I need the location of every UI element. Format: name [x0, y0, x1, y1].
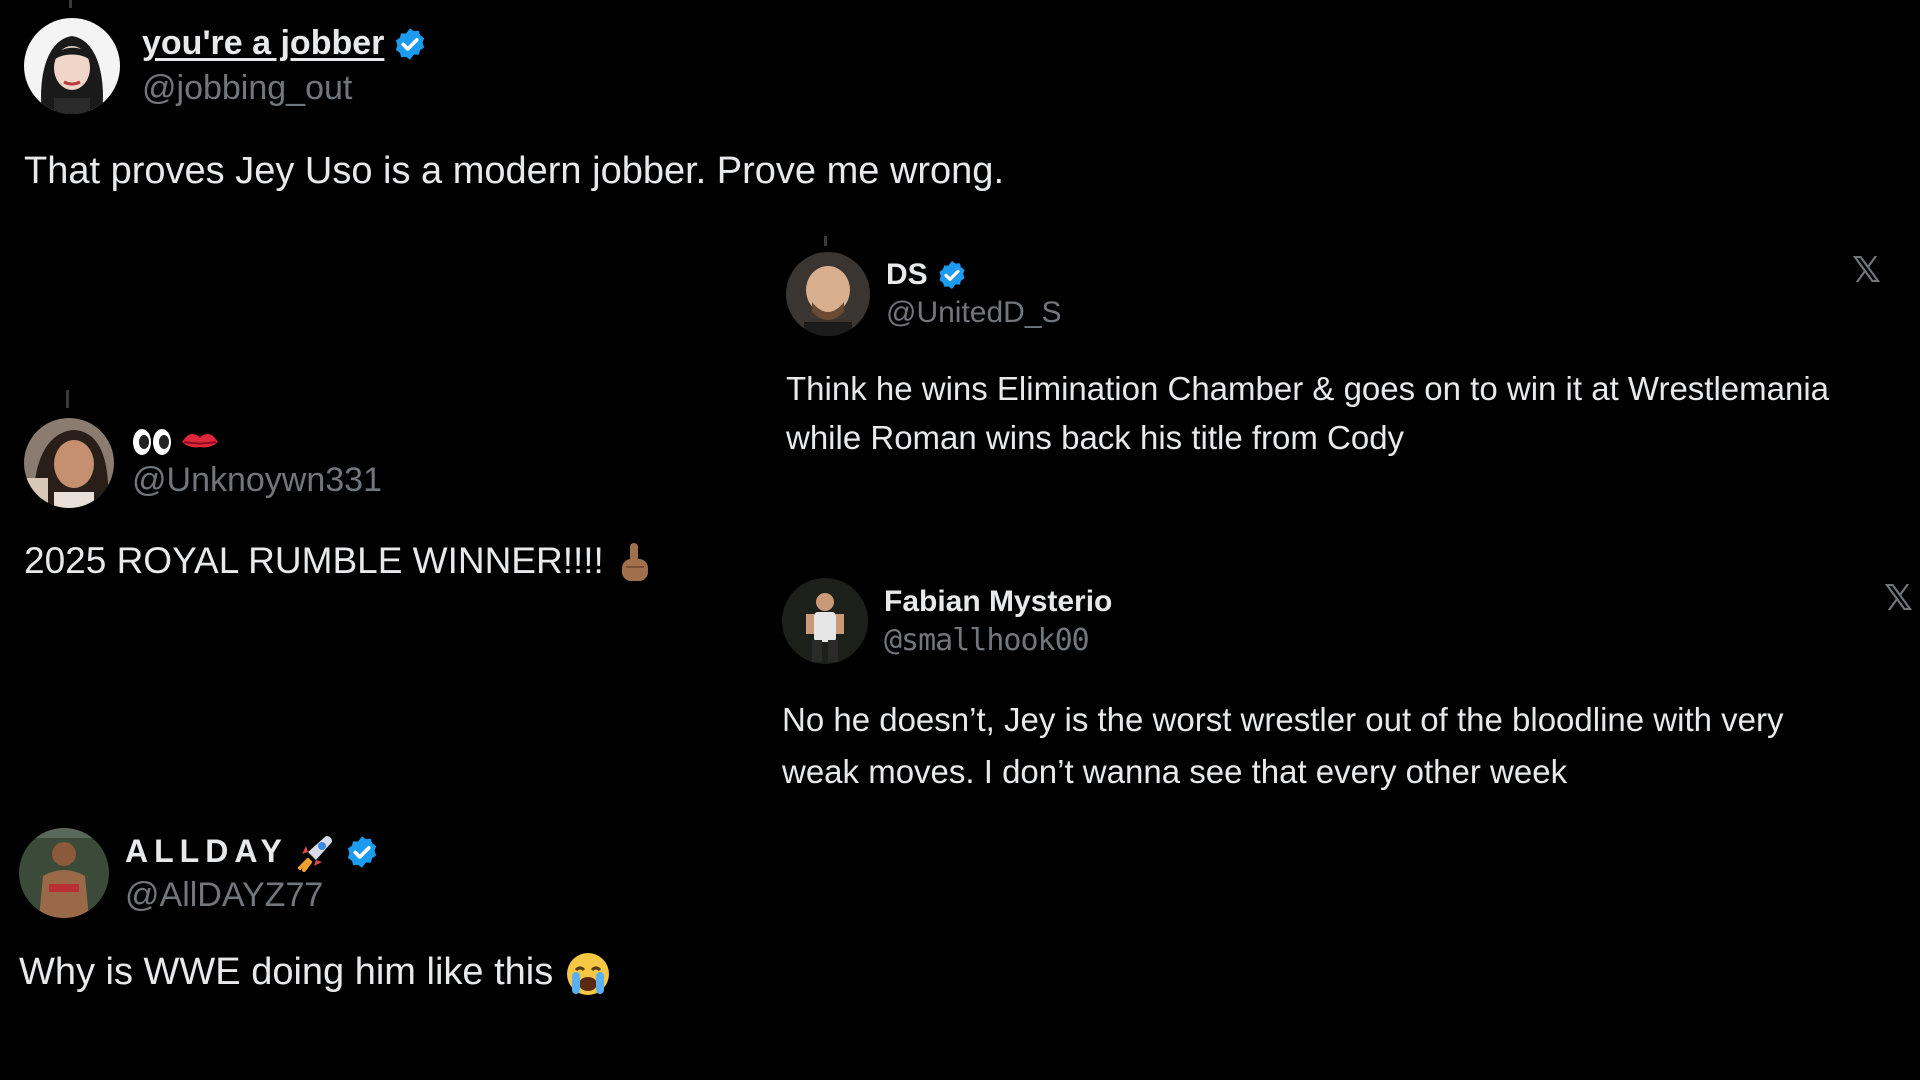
display-name[interactable]: you're a jobber: [142, 24, 384, 63]
avatar[interactable]: [24, 18, 120, 114]
eyes-emoji: [132, 427, 172, 457]
handle[interactable]: @AllDAYZ77: [125, 876, 380, 915]
tweet-text: 2025 ROYAL RUMBLE WINNER!!!!: [24, 540, 764, 585]
verified-badge-icon: [392, 26, 428, 62]
tweet-card[interactable]: you're a jobber @jobbing_out That proves…: [24, 18, 1164, 193]
tweet-header: ALLDAY @AllDAYZ77: [19, 828, 779, 918]
avatar[interactable]: [786, 252, 870, 336]
tweet-text: Why is WWE doing him like this: [19, 950, 779, 998]
tweet-card[interactable]: @Unknoywn331 2025 ROYAL RUMBLE WINNER!!!…: [24, 418, 764, 585]
verified-badge-icon: [344, 834, 380, 870]
handle[interactable]: @jobbing_out: [142, 69, 428, 108]
handle[interactable]: @smallhook00: [884, 623, 1112, 658]
tweet-header: @Unknoywn331: [24, 418, 764, 508]
handle[interactable]: @Unknoywn331: [132, 461, 382, 500]
handle[interactable]: @UnitedD_S: [886, 296, 1062, 330]
display-name[interactable]: ALLDAY: [125, 833, 288, 870]
tweet-card[interactable]: ALLDAY @AllDAYZ77 Why is WWE doing him l…: [19, 828, 779, 998]
verified-badge-icon: [936, 259, 968, 291]
thread-divider-tick: [824, 236, 827, 246]
tweet-text: No he doesn’t, Jey is the worst wrestler…: [782, 701, 1784, 790]
tweet-text: Think he wins Elimination Chamber & goes…: [786, 370, 1830, 456]
kiss-mark-emoji: [180, 427, 220, 457]
tweet-header: you're a jobber @jobbing_out: [24, 18, 1164, 114]
rocket-emoji: [296, 832, 336, 872]
index-pointing-up-emoji: [614, 540, 654, 582]
avatar[interactable]: [24, 418, 114, 508]
display-name[interactable]: Fabian Mysterio: [884, 585, 1112, 619]
thread-divider-tick: [66, 390, 69, 408]
avatar[interactable]: [782, 578, 868, 664]
x-logo-icon[interactable]: 𝕏: [1852, 250, 1881, 291]
display-name[interactable]: DS: [886, 258, 928, 292]
avatar[interactable]: [19, 828, 109, 918]
tweet-header: Fabian Mysterio @smallhook00: [782, 578, 1920, 664]
tweet-text: That proves Jey Uso is a modern jobber. …: [24, 150, 1005, 192]
tweet-card[interactable]: DS @UnitedD_S Think he wins Elimination …: [786, 252, 1920, 462]
display-name[interactable]: [132, 427, 382, 457]
tweet-text-content: Why is WWE doing him like this: [19, 951, 554, 994]
tweet-header: DS @UnitedD_S: [786, 252, 1920, 336]
thread-divider-tick: [69, 0, 72, 8]
loudly-crying-face-emoji: [564, 951, 612, 995]
tweet-text-content: 2025 ROYAL RUMBLE WINNER!!!!: [24, 540, 604, 581]
x-logo-icon[interactable]: 𝕏: [1884, 578, 1913, 619]
tweet-card[interactable]: Fabian Mysterio @smallhook00 No he doesn…: [782, 578, 1920, 798]
